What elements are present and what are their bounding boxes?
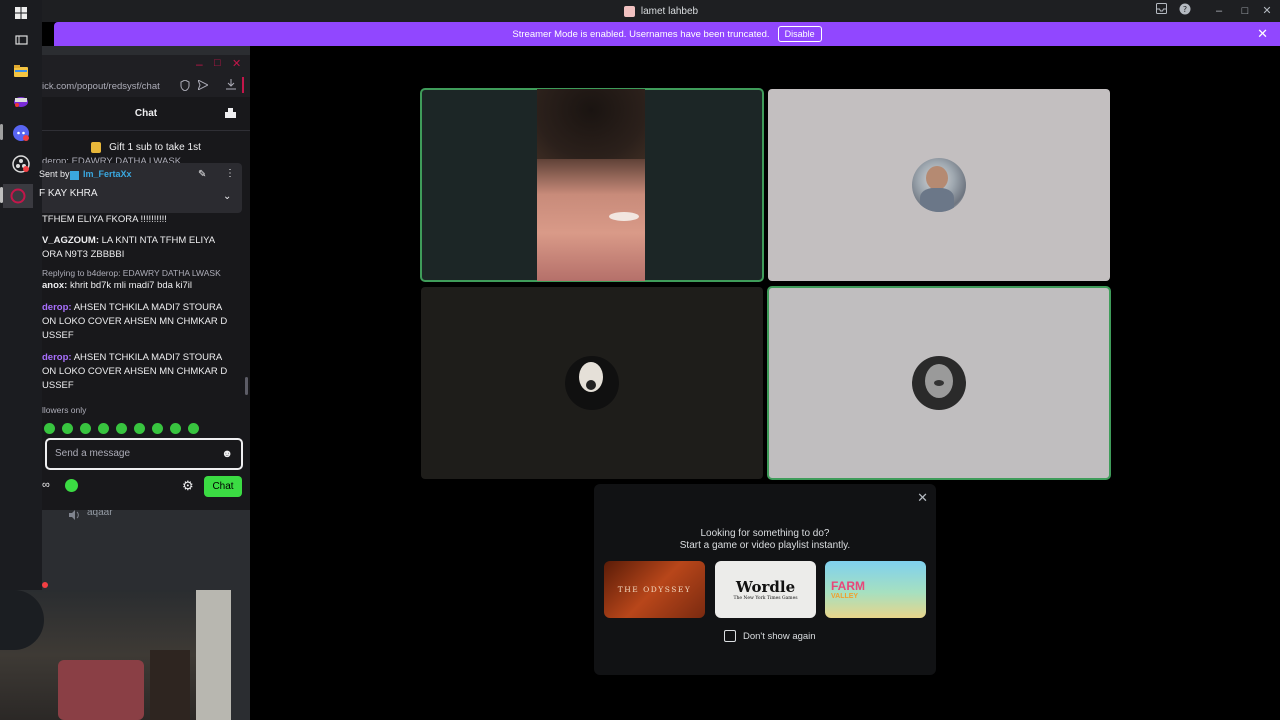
minimize-icon[interactable]: –: [196, 57, 203, 71]
participant-avatar: [912, 356, 966, 410]
emote-icon: [44, 423, 55, 434]
dont-show-again-label: Don't show again: [743, 631, 816, 642]
emote-icon: [134, 423, 145, 434]
maximize-icon[interactable]: □: [214, 57, 221, 69]
chat-message: ON LOKO COVER AHSEN MN CHMKAR D: [42, 366, 228, 377]
close-window-icon[interactable]: ✕: [1258, 3, 1276, 19]
video-tile-4[interactable]: [767, 286, 1111, 480]
video-tile-1[interactable]: [420, 88, 764, 282]
obs-icon[interactable]: [11, 154, 31, 174]
game-card-odyssey[interactable]: THE ODYSSEY: [604, 561, 705, 618]
inbox-icon[interactable]: [1152, 3, 1170, 19]
pinned-message[interactable]: Sent by Im_FertaXx F KAY KHRA ✎ ⋮ ⌄: [39, 163, 242, 213]
notification-dot: [42, 582, 48, 588]
discord-icon[interactable]: [11, 123, 31, 143]
window-title: lamet lahbeb: [640, 5, 699, 17]
svg-text:?: ?: [1183, 5, 1187, 14]
game-card-wordle[interactable]: Wordle The New York Times Games: [715, 561, 816, 618]
chevron-down-icon[interactable]: ⌄: [223, 191, 231, 202]
chat-message: USSEF: [42, 330, 74, 341]
app-logo-icon: [623, 5, 635, 17]
maximize-icon[interactable]: □: [1236, 3, 1254, 19]
emote-icon: [98, 423, 109, 434]
chat-header: Chat: [42, 97, 250, 131]
minimize-icon[interactable]: –: [1210, 3, 1228, 19]
windows-start-icon[interactable]: [11, 3, 31, 23]
gift-sub-banner[interactable]: Gift 1 sub to take 1st: [42, 137, 250, 157]
chat-scrollbar[interactable]: [245, 377, 248, 395]
sent-by-label: Sent by: [39, 169, 70, 179]
chat-message: ORA N9T3 ZBBBBI: [42, 249, 125, 260]
task-view-icon[interactable]: [11, 30, 31, 50]
chat-popout-window: – □ ✕ ick.com/popout/redsysf/chat Chat G…: [39, 55, 250, 510]
video-tile-3[interactable]: [421, 287, 763, 479]
chat-message: V_AGZOUM: LA KNTI NTA TFHM ELIYA: [42, 235, 216, 246]
url-text: ick.com/popout/redsysf/chat: [42, 80, 160, 92]
popout-titlebar: – □ ✕: [42, 55, 250, 75]
pinned-text: F KAY KHRA: [39, 188, 98, 199]
reply-context: Replying to b4derop: EDAWRY DATHA LWASK: [42, 268, 221, 278]
activity-heading: Looking for something to do? Start a gam…: [679, 528, 851, 551]
chat-message: anox: khrit bd7k mli madi7 bda ki7il: [42, 280, 192, 291]
gift-text: Gift 1 sub to take 1st: [109, 141, 201, 153]
user-badge-icon: [70, 171, 79, 180]
dont-show-again-checkbox[interactable]: [724, 630, 736, 642]
participant-camera-feed: [537, 89, 645, 281]
unpin-icon[interactable]: ✎: [198, 169, 206, 180]
followers-only-label: llowers only: [42, 405, 87, 415]
close-popup-icon[interactable]: ✕: [917, 490, 928, 506]
video-tile-2[interactable]: [768, 89, 1110, 281]
chat-input-placeholder: Send a message: [55, 448, 131, 459]
file-explorer-icon[interactable]: [11, 61, 31, 81]
send-chat-button[interactable]: Chat: [204, 476, 242, 497]
emote-icon: [62, 423, 73, 434]
title-bar: lamet lahbeb ? – □ ✕: [42, 0, 1280, 22]
chat-message: derop: AHSEN TCHKILA MADI7 STOURA: [42, 352, 223, 363]
kick-points-icon[interactable]: [65, 479, 78, 492]
chat-title: Chat: [134, 108, 158, 119]
webcam-overlay: [0, 590, 231, 720]
close-banner-icon[interactable]: ✕: [1257, 26, 1268, 42]
disable-streamer-mode-button[interactable]: Disable: [777, 26, 822, 42]
chat-message: ON LOKO COVER AHSEN MN CHMKAR D: [42, 316, 228, 327]
emote-icon: [152, 423, 163, 434]
taskbar: [0, 0, 42, 590]
pinned-user[interactable]: Im_FertaXx: [83, 169, 132, 179]
emote-icon: [80, 423, 91, 434]
chat-message: derop: AHSEN TCHKILA MADI7 STOURA: [42, 302, 223, 313]
send-icon[interactable]: [197, 78, 210, 93]
infinity-icon[interactable]: ∞: [42, 479, 50, 491]
chat-message: USSEF: [42, 380, 74, 391]
steam-like-app-icon[interactable]: [11, 92, 31, 112]
shield-icon[interactable]: [180, 79, 190, 94]
emoji-picker-icon[interactable]: ☻: [221, 448, 233, 460]
close-icon[interactable]: ✕: [232, 57, 241, 70]
participant-avatar: [912, 158, 966, 212]
more-options-icon[interactable]: ⋮: [225, 168, 235, 179]
users-icon[interactable]: [225, 108, 236, 121]
address-bar[interactable]: ick.com/popout/redsysf/chat: [42, 75, 250, 97]
gift-icon: [91, 141, 102, 153]
activity-suggestion-popup: ✕ Looking for something to do? Start a g…: [594, 484, 936, 675]
streamer-mode-banner: Streamer Mode is enabled. Usernames have…: [54, 22, 1280, 46]
chat-input[interactable]: Send a message ☻: [45, 438, 243, 470]
settings-gear-icon[interactable]: ⚙: [182, 478, 194, 494]
banner-text: Streamer Mode is enabled. Usernames have…: [512, 28, 770, 40]
help-icon[interactable]: ?: [1176, 3, 1194, 19]
emote-icon: [170, 423, 181, 434]
game-card-farm-valley[interactable]: FARM VALLEY: [825, 561, 926, 618]
participant-avatar: [565, 356, 619, 410]
emote-icon: [116, 423, 127, 434]
emote-icon: [188, 423, 199, 434]
emote-row[interactable]: [44, 421, 244, 434]
chat-message: TFHEM ELIYA FKORA !!!!!!!!!!: [42, 214, 167, 225]
opera-gx-icon[interactable]: [3, 184, 33, 208]
download-icon[interactable]: [226, 79, 236, 93]
